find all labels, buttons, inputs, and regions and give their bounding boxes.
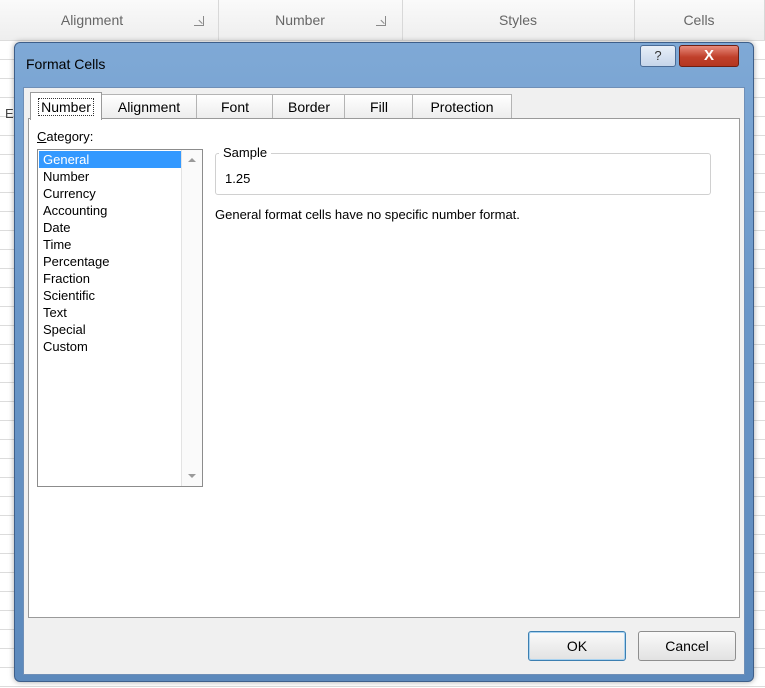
tab-border[interactable]: Border bbox=[272, 94, 346, 119]
tab-fill-label: Fill bbox=[370, 99, 388, 115]
tab-alignment-label: Alignment bbox=[117, 99, 181, 115]
format-cells-dialog: Format Cells ? X Number Alignment Font B… bbox=[14, 42, 754, 682]
ribbon-group-number: Number bbox=[218, 0, 403, 40]
help-icon: ? bbox=[654, 48, 662, 63]
tab-font-label: Font bbox=[220, 99, 249, 115]
cancel-button[interactable]: Cancel bbox=[638, 631, 736, 661]
sample-title: Sample bbox=[219, 145, 272, 160]
category-item-general[interactable]: General bbox=[39, 151, 181, 168]
ribbon-group-number-label: Number bbox=[275, 12, 325, 28]
tab-alignment[interactable]: Alignment bbox=[100, 94, 198, 119]
ribbon-group-alignment: Alignment bbox=[0, 0, 219, 40]
sample-groupbox bbox=[215, 153, 711, 195]
category-label: Category: bbox=[37, 129, 93, 144]
tab-protection[interactable]: Protection bbox=[412, 94, 512, 119]
close-button[interactable]: X bbox=[679, 45, 739, 67]
scroll-down-arrow-icon[interactable] bbox=[188, 474, 196, 478]
dialog-title: Format Cells bbox=[26, 56, 106, 72]
cancel-button-label: Cancel bbox=[665, 638, 709, 654]
category-scrollbar[interactable] bbox=[181, 150, 202, 486]
help-button[interactable]: ? bbox=[640, 45, 676, 67]
ribbon-group-cells-label: Cells bbox=[683, 12, 715, 28]
dialog-client-area: Number Alignment Font Border Fill Protec… bbox=[23, 87, 745, 675]
category-item-fraction[interactable]: Fraction bbox=[39, 270, 181, 287]
ribbon-group-alignment-label: Alignment bbox=[60, 12, 124, 28]
tab-border-label: Border bbox=[287, 99, 331, 115]
number-dialog-launcher-icon[interactable] bbox=[376, 16, 386, 26]
category-item-number[interactable]: Number bbox=[39, 168, 181, 185]
tab-number-label: Number bbox=[38, 97, 94, 116]
number-tab-panel: Category: General Number Currency Accoun… bbox=[28, 118, 740, 618]
ribbon-group-labels: Alignment Number Styles Cells bbox=[0, 0, 765, 41]
category-item-accounting[interactable]: Accounting bbox=[39, 202, 181, 219]
category-item-time[interactable]: Time bbox=[39, 236, 181, 253]
category-item-special[interactable]: Special bbox=[39, 321, 181, 338]
sample-value: 1.25 bbox=[225, 171, 251, 186]
tab-protection-label: Protection bbox=[430, 99, 494, 115]
format-description: General format cells have no specific nu… bbox=[215, 207, 520, 222]
category-item-text[interactable]: Text bbox=[39, 304, 181, 321]
ribbon-group-cells: Cells bbox=[634, 0, 765, 40]
category-item-scientific[interactable]: Scientific bbox=[39, 287, 181, 304]
ribbon-group-styles: Styles bbox=[402, 0, 635, 40]
dialog-titlebar[interactable]: Format Cells ? X bbox=[15, 43, 753, 83]
scroll-up-arrow-icon[interactable] bbox=[188, 158, 196, 162]
category-label-text: ategory: bbox=[46, 129, 94, 144]
tab-fill[interactable]: Fill bbox=[344, 94, 414, 119]
ok-button[interactable]: OK bbox=[528, 631, 626, 661]
category-label-mnemonic: C bbox=[37, 129, 47, 144]
category-item-percentage[interactable]: Percentage bbox=[39, 253, 181, 270]
category-listbox[interactable]: General Number Currency Accounting Date … bbox=[37, 149, 203, 487]
category-item-date[interactable]: Date bbox=[39, 219, 181, 236]
category-item-currency[interactable]: Currency bbox=[39, 185, 181, 202]
tab-number[interactable]: Number bbox=[30, 92, 102, 120]
column-header-letter: E bbox=[5, 106, 14, 121]
alignment-dialog-launcher-icon[interactable] bbox=[194, 16, 204, 26]
ribbon-group-styles-label: Styles bbox=[498, 12, 538, 28]
tab-font[interactable]: Font bbox=[196, 94, 274, 119]
category-item-custom[interactable]: Custom bbox=[39, 338, 181, 355]
close-icon: X bbox=[703, 47, 714, 64]
ok-button-label: OK bbox=[566, 638, 588, 654]
